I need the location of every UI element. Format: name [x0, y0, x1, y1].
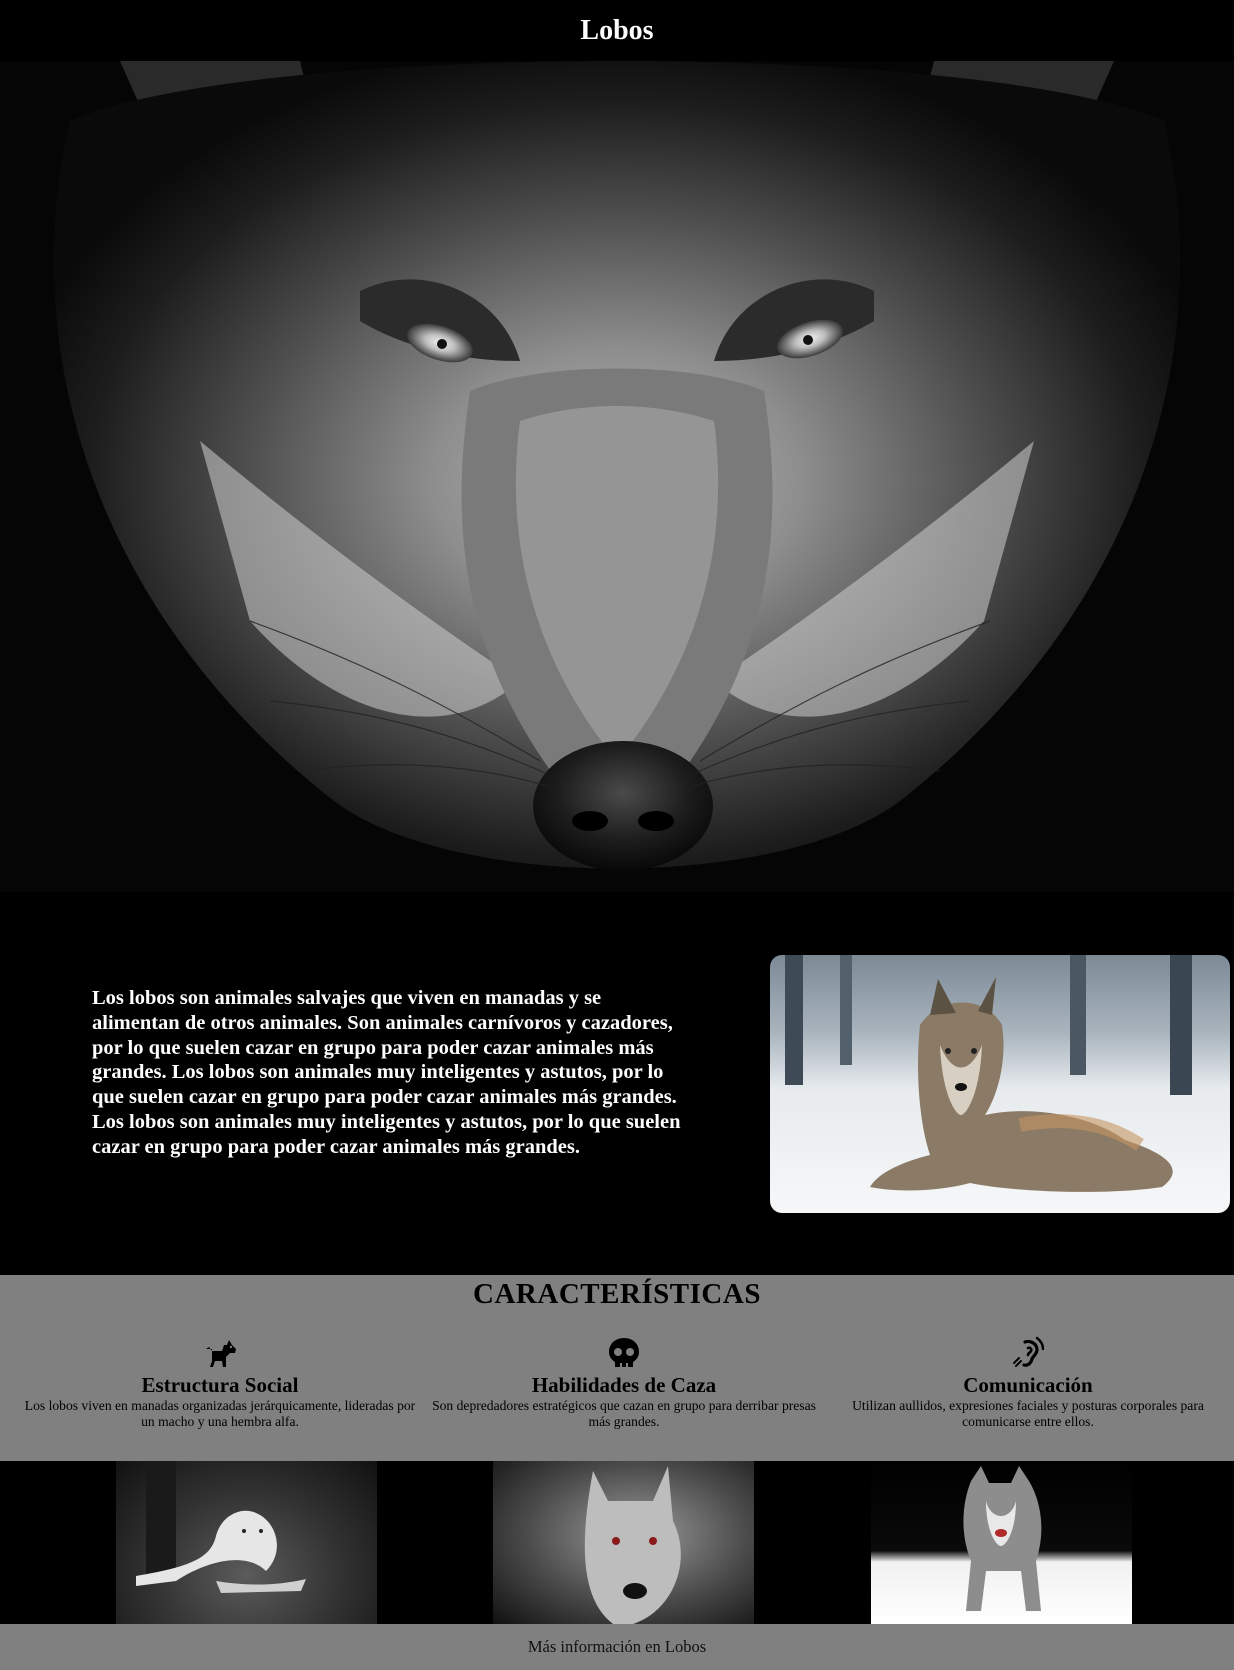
feature-social-structure: Estructura Social Los lobos viven en man… [20, 1335, 420, 1430]
features-title: CARACTERÍSTICAS [473, 1278, 761, 1310]
intro-section: Los lobos son animales salvajes que vive… [0, 892, 1234, 1275]
page-title: Lobos [580, 14, 654, 46]
gallery-section [0, 1461, 1234, 1624]
intro-paragraph: Los lobos son animales salvajes que vive… [92, 987, 681, 1158]
feature-communication: Comunicación Utilizan aullidos, expresio… [828, 1335, 1228, 1430]
feature-hunting-skills: Habilidades de Caza Son depredadores est… [424, 1335, 824, 1430]
white-wolf-forest-photo [116, 1461, 377, 1624]
gray-wolf-portrait-photo [493, 1461, 754, 1624]
wolf-in-snow-photo [770, 955, 1230, 1213]
feature-title: Comunicación [963, 1373, 1093, 1397]
hero-wolf-image [0, 61, 1234, 892]
running-wolf-snow-photo [871, 1461, 1132, 1624]
feature-description: Los lobos viven en manadas organizadas j… [24, 1398, 416, 1429]
feature-description: Son depredadores estratégicos que cazan … [432, 1398, 816, 1429]
page-footer: Más información en Lobos [0, 1624, 1234, 1670]
feature-title: Estructura Social [141, 1373, 299, 1397]
feature-title: Habilidades de Caza [531, 1373, 717, 1397]
feature-description: Utilizan aullidos, expresiones faciales … [852, 1398, 1204, 1429]
wolf-face-illustration [0, 61, 1234, 892]
ear-listen-icon [1013, 1336, 1045, 1367]
page-header: Lobos [0, 0, 1234, 61]
more-info-link[interactable]: Más información en Lobos [528, 1637, 706, 1657]
features-section: CARACTERÍSTICAS Estructura Social Los lo… [0, 1275, 1234, 1461]
skull-icon [609, 1338, 639, 1367]
dog-icon [206, 1340, 236, 1367]
